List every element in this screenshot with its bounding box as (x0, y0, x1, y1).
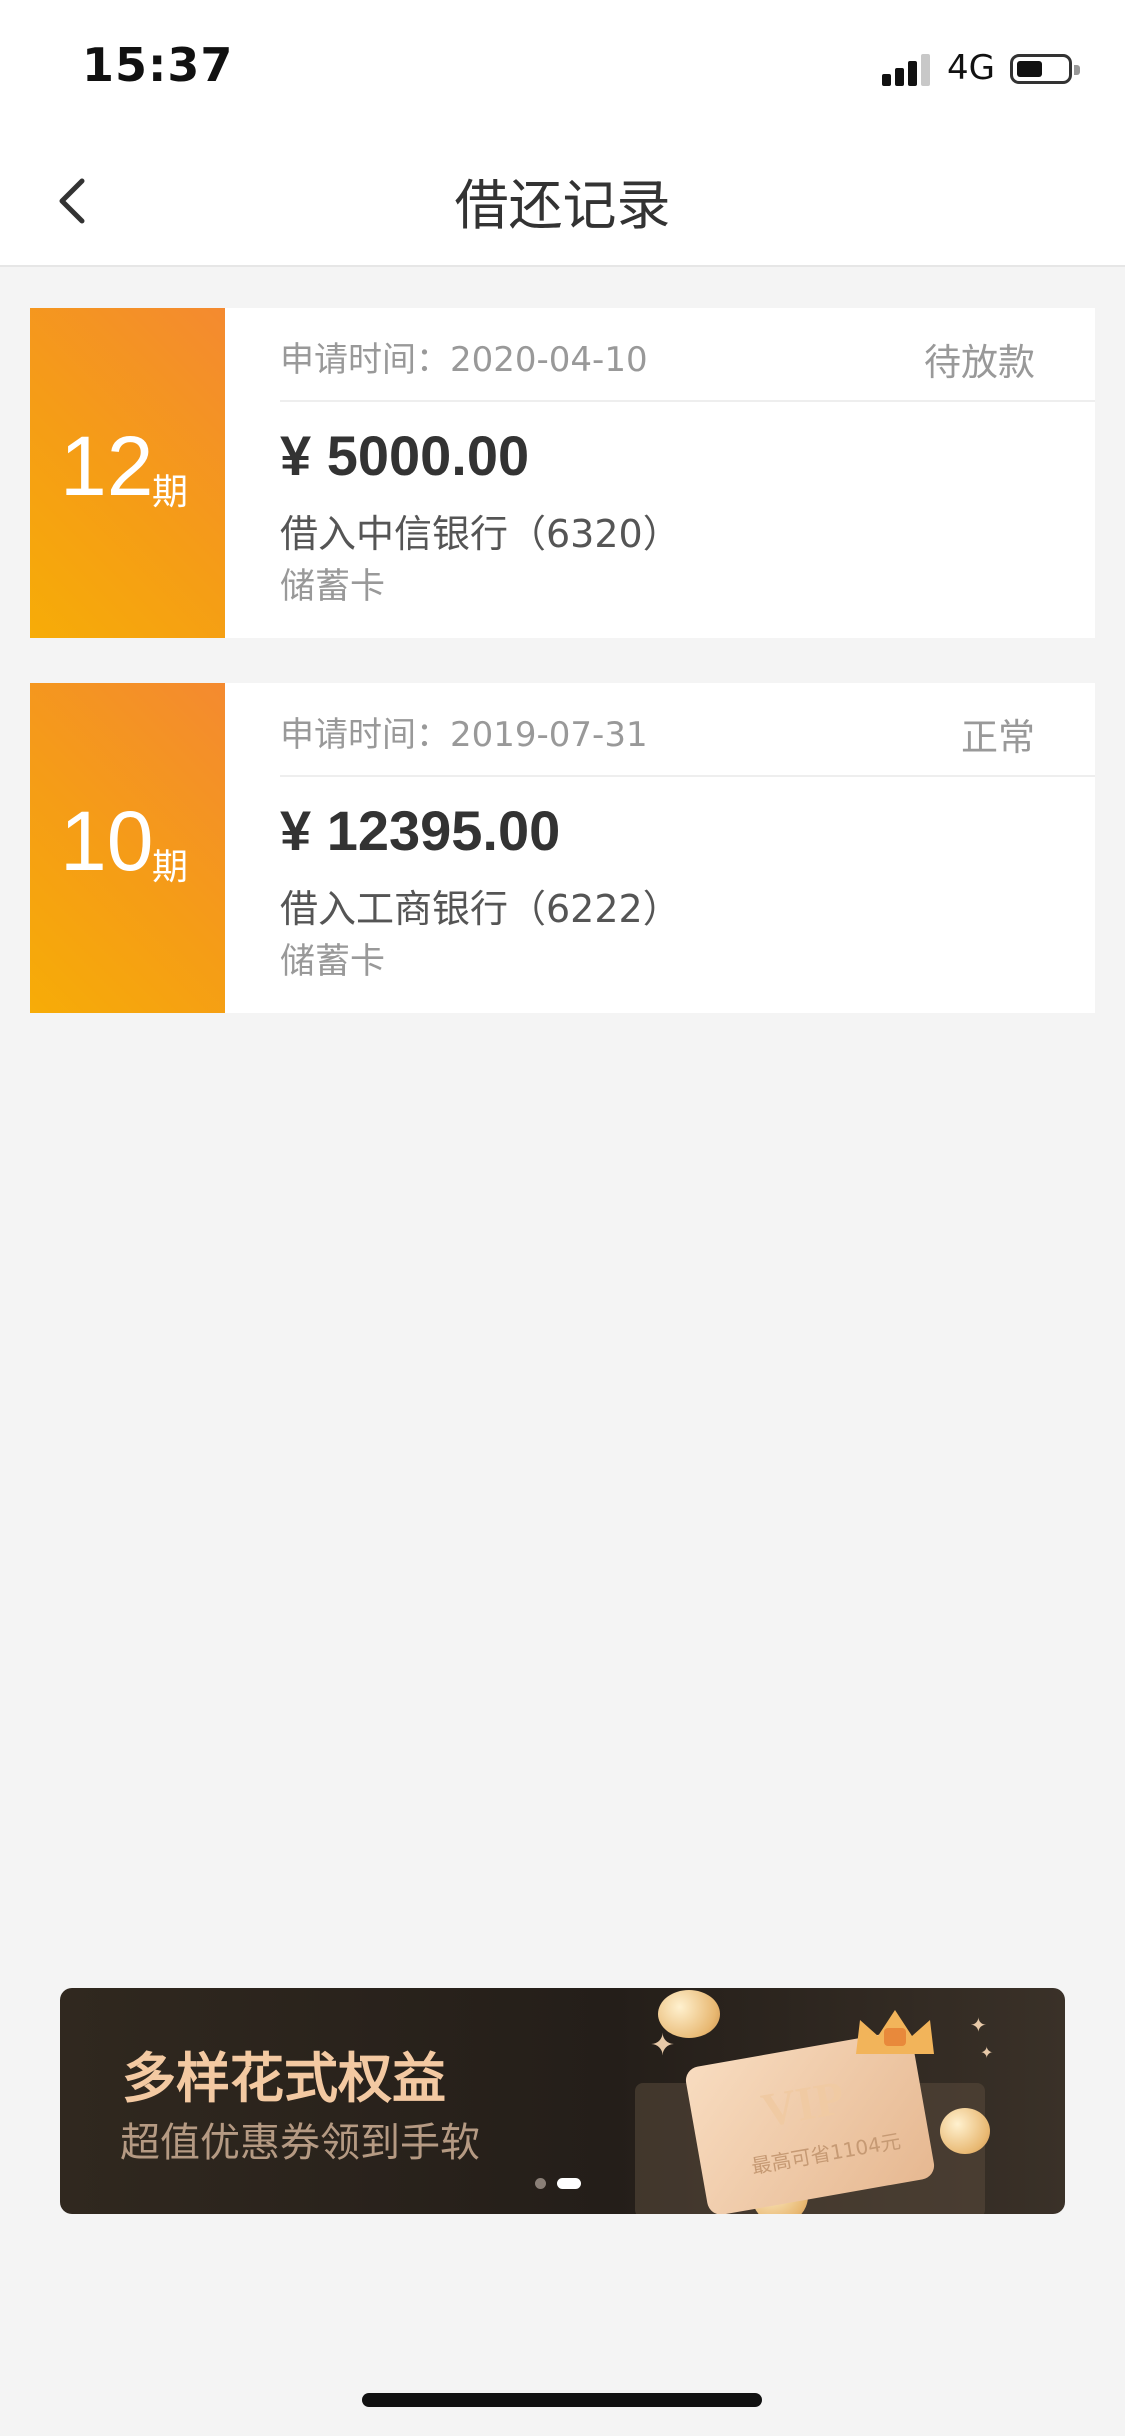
apply-time: 申请时间：2019-07-31 (280, 715, 648, 755)
period-unit: 期 (152, 847, 189, 888)
card-type: 储蓄卡 (280, 942, 386, 982)
status-time: 15:37 (82, 38, 234, 92)
period-count: 10 (60, 794, 154, 888)
status-label: 正常 (961, 716, 1035, 759)
coin-icon (940, 2108, 990, 2154)
crown-icon (856, 2010, 934, 2054)
loan-record-card[interactable]: 12 期 申请时间：2020-04-10 待放款 ¥ 5000.00 借入中信银… (30, 308, 1095, 638)
promo-banner[interactable]: 多样花式权益 超值优惠券领到手软 VIP 最高可省1104元 ✦ ✦ ✦ (60, 1988, 1065, 2214)
sparkle-icon: ✦ (980, 2043, 994, 2062)
card-type: 储蓄卡 (280, 567, 386, 607)
battery-icon (1010, 54, 1080, 84)
home-indicator[interactable] (362, 2393, 762, 2407)
network-type: 4G (947, 48, 995, 88)
apply-time: 申请时间：2020-04-10 (280, 340, 648, 380)
divider (280, 400, 1095, 402)
loan-amount: ¥ 5000.00 (280, 424, 530, 487)
banner-title: 多样花式权益 (122, 2047, 446, 2110)
bank-account: 借入工商银行（6222） (280, 887, 681, 931)
status-label: 待放款 (924, 341, 1035, 384)
bank-account: 借入中信银行（6320） (280, 512, 681, 556)
sparkle-icon: ✦ (650, 2028, 676, 2063)
nav-bar: 借还记录 (0, 135, 1125, 267)
banner-subtitle: 超值优惠券领到手软 (120, 2120, 480, 2166)
sparkle-icon: ✦ (970, 2013, 987, 2037)
vip-label: VIP (757, 2071, 849, 2138)
carousel-dot (535, 2178, 546, 2189)
loan-amount: ¥ 12395.00 (280, 799, 561, 862)
divider (280, 775, 1095, 777)
period-badge: 10 期 (30, 683, 225, 1013)
loan-record-card[interactable]: 10 期 申请时间：2019-07-31 正常 ¥ 12395.00 借入工商银… (30, 683, 1095, 1013)
period-count: 12 (60, 419, 154, 513)
signal-icon (882, 52, 934, 86)
period-unit: 期 (152, 472, 189, 513)
period-badge: 12 期 (30, 308, 225, 638)
page-title: 借还记录 (454, 174, 671, 237)
carousel-dot-active (557, 2178, 581, 2189)
status-bar: 15:37 4G (0, 0, 1125, 135)
